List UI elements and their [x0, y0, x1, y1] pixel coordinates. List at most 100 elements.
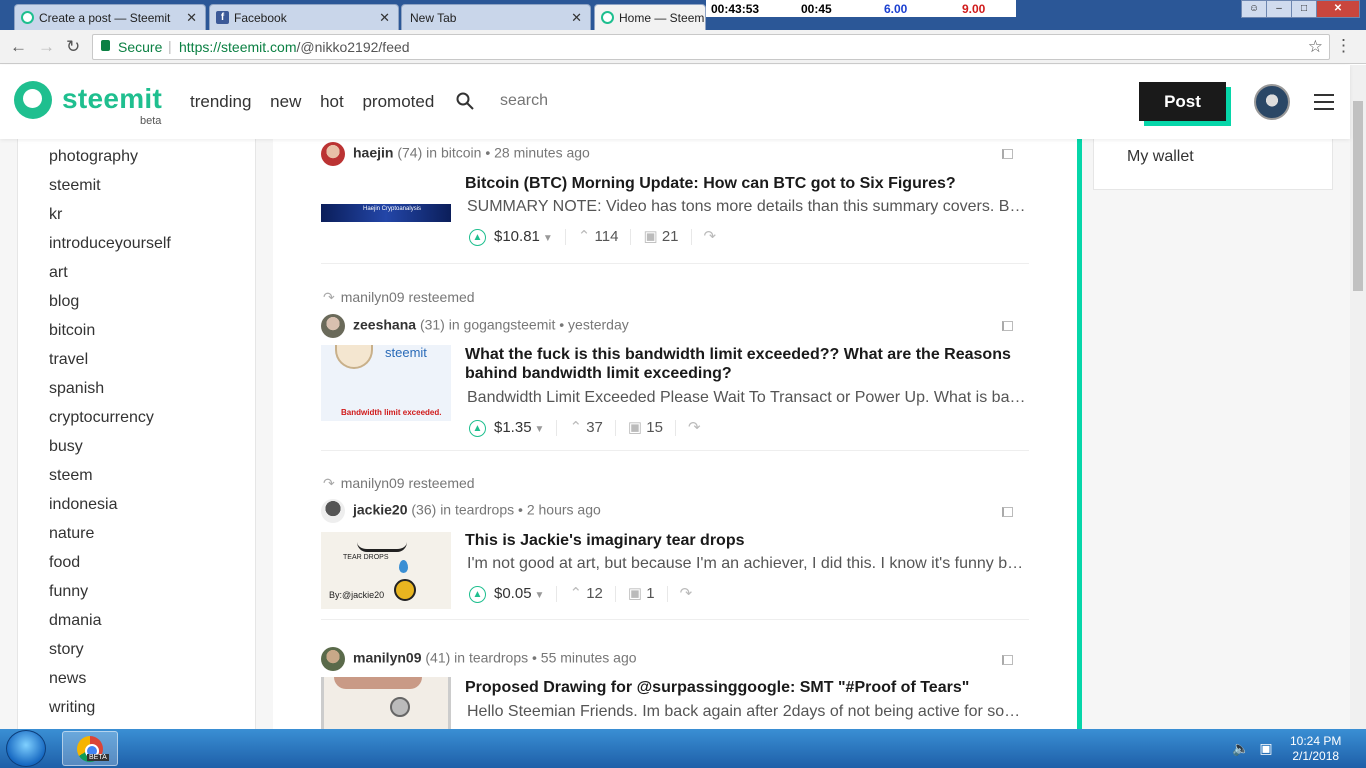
resteem-icon[interactable]: ↷	[688, 419, 701, 436]
chevron-down-icon[interactable]: ▼	[535, 424, 545, 435]
author-avatar[interactable]	[321, 499, 345, 523]
speaker-icon[interactable]: 🔈	[1232, 740, 1249, 756]
upvote-icon[interactable]: ▲	[469, 228, 486, 246]
nav-hot[interactable]: hot	[320, 92, 344, 111]
minimize-icon[interactable]: –	[1266, 0, 1292, 18]
flag-icon[interactable]	[1002, 655, 1013, 665]
steemit-logo-icon[interactable]	[14, 81, 52, 119]
windows-start-button[interactable]	[6, 730, 46, 767]
sidebar-tag[interactable]: kr	[49, 206, 62, 224]
upvote-icon[interactable]: ▲	[469, 585, 486, 603]
author-avatar[interactable]	[321, 142, 345, 166]
resteem-label[interactable]: manilyn09 resteemed	[341, 289, 475, 305]
resteem-icon[interactable]: ↷	[680, 585, 693, 602]
sidebar-tag[interactable]: busy	[49, 438, 83, 456]
nav-promoted[interactable]: promoted	[362, 92, 434, 111]
page-scrollbar[interactable]	[1350, 65, 1366, 729]
scrollbar-thumb[interactable]	[1353, 101, 1363, 291]
reload-icon[interactable]: ↻	[66, 37, 80, 57]
sidebar-tag[interactable]: writing	[49, 699, 95, 717]
post-summary[interactable]: I'm not good at art, but because I'm an …	[467, 555, 1027, 573]
vote-count[interactable]: 37	[586, 419, 603, 436]
post-category[interactable]: bitcoin	[441, 145, 481, 161]
close-tab-icon[interactable]: ✕	[571, 10, 582, 26]
tab-create-post[interactable]: Create a post — Steemit ✕	[14, 4, 206, 30]
url-text[interactable]: https://steemit.com/@nikko2192/feed	[179, 39, 410, 55]
sidebar-tag[interactable]: food	[49, 554, 80, 572]
post-payout[interactable]: $0.05	[494, 585, 532, 602]
flag-icon[interactable]	[1002, 507, 1013, 517]
close-tab-icon[interactable]: ✕	[186, 10, 197, 26]
search-icon[interactable]	[456, 92, 474, 110]
nav-trending[interactable]: trending	[190, 92, 251, 111]
post-payout[interactable]: $1.35	[494, 419, 532, 436]
sidebar-tag[interactable]: news	[49, 670, 86, 688]
vote-count[interactable]: 114	[595, 228, 619, 245]
post-thumbnail[interactable]: Haejin Cryptoanalysis	[321, 204, 451, 222]
sidebar-tag[interactable]: cryptocurrency	[49, 409, 154, 427]
hamburger-menu-icon[interactable]	[1314, 94, 1334, 110]
post-category[interactable]: teardrops	[455, 502, 514, 518]
post-title[interactable]: Proposed Drawing for @surpassinggoogle: …	[465, 678, 1035, 697]
author-name[interactable]: jackie20	[353, 502, 408, 518]
post-category[interactable]: gogangsteemit	[464, 317, 556, 333]
sidebar-tag[interactable]: funny	[49, 583, 88, 601]
author-avatar[interactable]	[321, 314, 345, 338]
sidebar-tag[interactable]: art	[49, 264, 68, 282]
sidebar-tag[interactable]: story	[49, 641, 84, 659]
post-thumbnail[interactable]	[321, 677, 451, 729]
logo-text[interactable]: steemit	[62, 83, 162, 115]
resteem-label[interactable]: manilyn09 resteemed	[341, 475, 475, 491]
author-avatar[interactable]	[321, 647, 345, 671]
sidebar-tag[interactable]: photography	[49, 148, 138, 166]
chrome-taskbar-button[interactable]: BETA	[62, 731, 118, 766]
sidebar-tag[interactable]: spanish	[49, 380, 104, 398]
flag-icon[interactable]	[1002, 149, 1013, 159]
author-name[interactable]: haejin	[353, 145, 393, 161]
browser-menu-icon[interactable]: ⋮	[1335, 36, 1352, 56]
search-input[interactable]	[500, 92, 700, 110]
forward-icon[interactable]: →	[38, 37, 55, 57]
post-title[interactable]: This is Jackie's imaginary tear drops	[465, 531, 1035, 550]
post-payout[interactable]: $10.81	[494, 228, 540, 245]
sidebar-tag[interactable]: nature	[49, 525, 94, 543]
vote-count[interactable]: 12	[586, 585, 603, 602]
post-title[interactable]: Bitcoin (BTC) Morning Update: How can BT…	[465, 174, 1035, 193]
nav-new[interactable]: new	[270, 92, 301, 111]
my-wallet-link[interactable]: My wallet	[1127, 148, 1194, 166]
post-category[interactable]: teardrops	[469, 650, 528, 666]
chevron-down-icon[interactable]: ▼	[543, 233, 553, 244]
chevron-down-icon[interactable]: ▼	[535, 590, 545, 601]
tab-facebook[interactable]: f Facebook ✕	[209, 4, 399, 30]
upvote-icon[interactable]: ▲	[469, 419, 486, 437]
flag-icon[interactable]	[1002, 321, 1013, 331]
sidebar-tag[interactable]: indonesia	[49, 496, 118, 514]
post-summary[interactable]: SUMMARY NOTE: Video has tons more detail…	[467, 198, 1027, 216]
close-tab-icon[interactable]: ✕	[379, 10, 390, 26]
post-button[interactable]: Post	[1139, 82, 1226, 121]
post-summary[interactable]: Bandwidth Limit Exceeded Please Wait To …	[467, 389, 1027, 407]
comment-count[interactable]: 21	[662, 228, 679, 245]
sidebar-tag[interactable]: blog	[49, 293, 79, 311]
sidebar-tag[interactable]: bitcoin	[49, 322, 95, 340]
maximize-icon[interactable]: □	[1291, 0, 1317, 18]
sidebar-tag[interactable]: introduceyourself	[49, 235, 171, 253]
tab-home-steemit[interactable]: Home — Steem...	[594, 4, 706, 30]
sidebar-tag[interactable]: travel	[49, 351, 88, 369]
address-bar[interactable]: Secure | https://steemit.com/@nikko2192/…	[92, 34, 1330, 60]
back-icon[interactable]: ←	[10, 37, 27, 57]
network-icon[interactable]: ▣	[1259, 740, 1272, 756]
author-name[interactable]: manilyn09	[353, 650, 421, 666]
bookmark-star-icon[interactable]: ☆	[1308, 37, 1323, 57]
comment-count[interactable]: 1	[646, 585, 654, 602]
close-window-icon[interactable]: ✕	[1316, 0, 1360, 18]
post-summary[interactable]: Hello Steemian Friends. Im back again af…	[467, 703, 1027, 721]
resteem-icon[interactable]: ↷	[704, 228, 717, 245]
post-thumbnail[interactable]: steemit Bandwidth limit exceeded.	[321, 345, 451, 421]
system-clock[interactable]: 10:24 PM 2/1/2018	[1290, 734, 1341, 764]
sidebar-tag[interactable]: steem	[49, 467, 93, 485]
author-name[interactable]: zeeshana	[353, 317, 416, 333]
post-title[interactable]: What the fuck is this bandwidth limit ex…	[465, 345, 1035, 383]
user-icon[interactable]: ☺	[1241, 0, 1267, 18]
comment-count[interactable]: 15	[646, 419, 663, 436]
